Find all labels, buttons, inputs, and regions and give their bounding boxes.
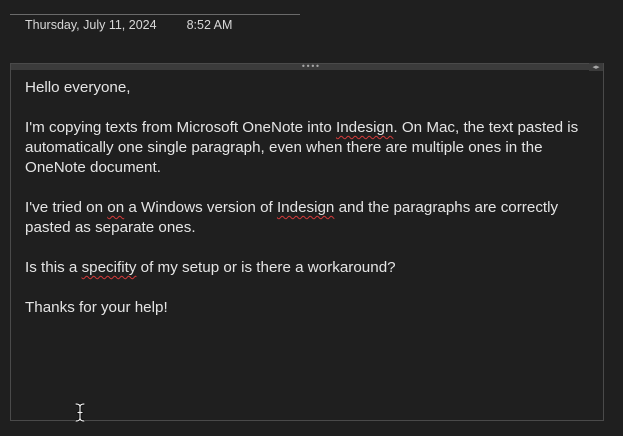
paragraph-text: Is this a	[25, 259, 82, 276]
note-paragraph-3[interactable]: Is this a specifity of my setup or is th…	[25, 258, 597, 278]
greeting-text: Hello everyone,	[25, 79, 131, 96]
paragraph-text: of my setup or is there a workaround?	[136, 259, 396, 276]
page-time: 8:52 AM	[186, 18, 233, 32]
page-timestamp: Thursday, July 11, 2024 8:52 AM	[25, 18, 232, 32]
drag-grip-icon[interactable]: ••••	[301, 63, 320, 71]
onenote-page: Thursday, July 11, 2024 8:52 AM •••• ◂▸ …	[0, 0, 623, 436]
misspelled-word[interactable]: Indesign	[336, 119, 393, 136]
note-paragraph-2[interactable]: I've tried on on a Windows version of In…	[25, 198, 597, 238]
note-paragraph-greeting[interactable]: Hello everyone,	[25, 78, 597, 98]
page-title-underline[interactable]	[10, 14, 300, 15]
expand-arrows-icon[interactable]: ◂▸	[589, 63, 603, 71]
paragraph-text: a Windows version of	[124, 199, 277, 216]
note-paragraph-closing[interactable]: Thanks for your help!	[25, 298, 597, 318]
misspelled-word[interactable]: on	[107, 199, 124, 216]
paragraph-text: I've tried on	[25, 199, 108, 216]
note-container[interactable]: •••• ◂▸ Hello everyone, I'm copying text…	[10, 63, 604, 421]
closing-text: Thanks for your help!	[25, 299, 168, 316]
note-text-body[interactable]: Hello everyone, I'm copying texts from M…	[25, 78, 597, 338]
misspelled-word[interactable]: specifity	[82, 259, 137, 276]
misspelled-word[interactable]: Indesign	[277, 199, 334, 216]
page-date: Thursday, July 11, 2024	[25, 18, 157, 32]
paragraph-text: I'm copying texts from Microsoft OneNote…	[25, 119, 336, 136]
text-cursor-icon	[75, 403, 85, 422]
note-paragraph-1[interactable]: I'm copying texts from Microsoft OneNote…	[25, 118, 597, 178]
